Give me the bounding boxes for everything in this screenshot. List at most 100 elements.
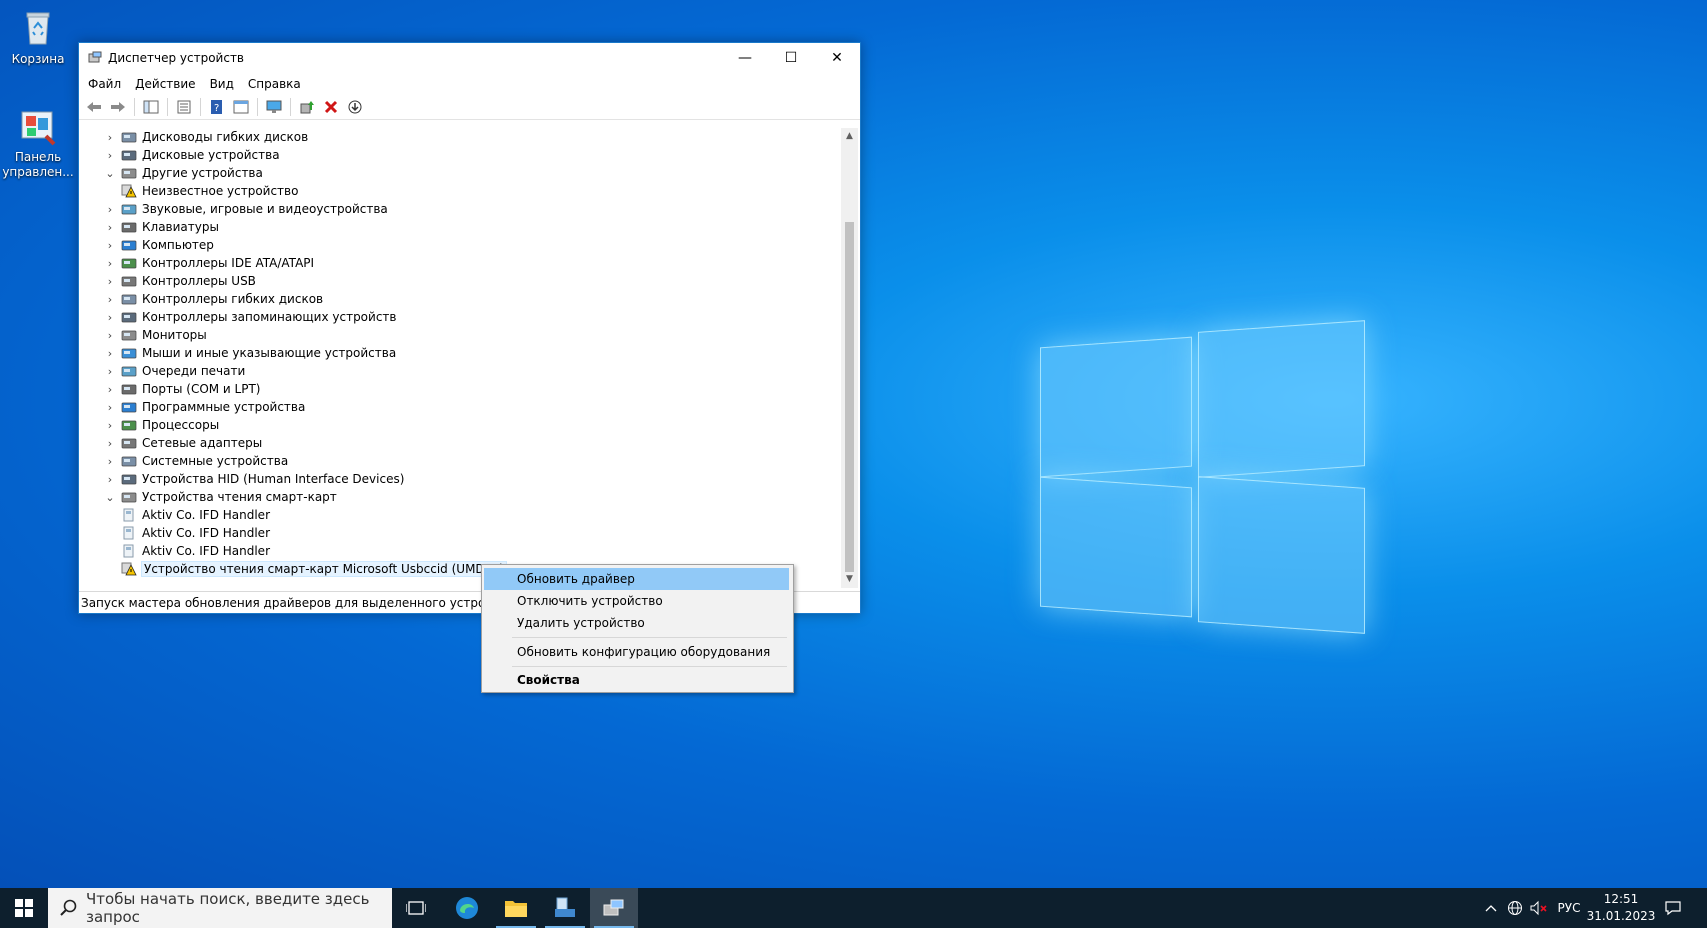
show-hide-console-tree-icon[interactable] [140,97,162,117]
desktop-icon-recycle-bin[interactable]: Корзина [0,8,76,67]
tree-category[interactable]: › Очереди печати [103,362,246,380]
tree-category[interactable]: › Дисководы гибких дисков [103,128,308,146]
smart-card-reader-icon [121,526,137,540]
device-category-icon [121,202,137,216]
device-category-icon [121,148,137,162]
device-tree[interactable]: › Дисководы гибких дисков › Дисковые устрой… [81,128,839,588]
taskbar-device-manager[interactable] [590,888,638,928]
minimize-button[interactable]: — [722,43,768,73]
collapsed-chevron-icon[interactable]: › [103,473,117,486]
tree-category[interactable]: › Контроллеры гибких дисков [103,290,323,308]
tree-category[interactable]: › Компьютер [103,236,214,254]
expanded-chevron-icon[interactable]: ⌄ [103,491,117,504]
search-box[interactable]: Чтобы начать поиск, введите здесь запрос [48,888,392,928]
context-uninstall-device[interactable]: Удалить устройство [484,612,789,634]
context-properties[interactable]: Свойства [484,669,789,691]
tree-device[interactable]: Aktiv Co. IFD Handler [121,524,270,542]
collapsed-chevron-icon[interactable]: › [103,347,117,360]
taskbar-edge[interactable] [443,888,491,928]
back-arrow-icon[interactable] [83,97,105,117]
tree-category[interactable]: › Контроллеры IDE ATA/ATAPI [103,254,314,272]
collapsed-chevron-icon[interactable]: › [103,383,117,396]
taskbar-server-manager[interactable] [541,888,589,928]
tree-category[interactable]: › Звуковые, игровые и видеоустройства [103,200,388,218]
collapsed-chevron-icon[interactable]: › [103,203,117,216]
enable-device-icon[interactable] [344,97,366,117]
recycle-bin-icon [18,8,58,48]
title-bar[interactable]: Диспетчер устройств — ☐ ✕ [79,43,860,73]
scroll-down-arrow-icon[interactable]: ▼ [841,571,858,588]
menu-action[interactable]: Действие [128,77,202,91]
context-disable-device[interactable]: Отключить устройство [484,590,789,612]
collapsed-chevron-icon[interactable]: › [103,311,117,324]
scrollbar-thumb[interactable] [845,222,854,572]
clock-time: 12:51 [1603,892,1639,906]
tree-category[interactable]: ⌄ Устройства чтения смарт-карт [103,488,336,506]
tree-label: Контроллеры IDE ATA/ATAPI [142,256,315,270]
tree-category[interactable]: › Устройства HID (Human Interface Devices… [103,470,405,488]
menu-view[interactable]: Вид [203,77,241,91]
collapsed-chevron-icon[interactable]: › [103,221,117,234]
search-icon [60,899,78,917]
desktop-icon-control-panel[interactable]: Панель управлен... [0,106,76,180]
maximize-button[interactable]: ☐ [768,43,814,73]
show-hidden-icons-chevron-up-icon[interactable] [1480,888,1502,928]
system-clock[interactable]: 12:51 31.01.2023 [1586,891,1656,925]
tree-category[interactable]: › Контроллеры USB [103,272,256,290]
collapsed-chevron-icon[interactable]: › [103,419,117,432]
tree-category[interactable]: › Порты (COM и LPT) [103,380,261,398]
collapsed-chevron-icon[interactable]: › [103,437,117,450]
expanded-chevron-icon[interactable]: ⌄ [103,167,117,180]
network-globe-icon[interactable] [1504,888,1526,928]
tree-device[interactable]: Aktiv Co. IFD Handler [121,542,270,560]
device-manager-window[interactable]: Диспетчер устройств — ☐ ✕ Файл Действие … [78,42,861,614]
scroll-up-arrow-icon[interactable]: ▲ [841,128,858,145]
tree-device[interactable]: Неизвестное устройство [121,182,298,200]
collapsed-chevron-icon[interactable]: › [103,131,117,144]
forward-arrow-icon[interactable] [107,97,129,117]
tree-category[interactable]: ⌄ Другие устройства [103,164,262,182]
tree-device[interactable]: Aktiv Co. IFD Handler [121,506,270,524]
tree-category[interactable]: › Программные устройства [103,398,306,416]
collapsed-chevron-icon[interactable]: › [103,401,117,414]
tree-category[interactable]: › Системные устройства [103,452,288,470]
tree-category[interactable]: › Мыши и иные указывающие устройства [103,344,396,362]
menu-file[interactable]: Файл [81,77,128,91]
input-language-indicator[interactable]: РУС [1554,888,1584,928]
context-scan-hardware[interactable]: Обновить конфигурацию оборудования [484,641,789,663]
help-icon[interactable]: ? [206,97,228,117]
tree-category[interactable]: › Процессоры [103,416,219,434]
notifications-icon[interactable] [1660,888,1686,928]
collapsed-chevron-icon[interactable]: › [103,329,117,342]
tree-label: Сетевые адаптеры [142,436,263,450]
properties-icon[interactable] [173,97,195,117]
collapsed-chevron-icon[interactable]: › [103,239,117,252]
uninstall-device-icon[interactable] [320,97,342,117]
tree-label: Мониторы [142,328,207,342]
collapsed-chevron-icon[interactable]: › [103,275,117,288]
menu-help[interactable]: Справка [241,77,308,91]
close-button[interactable]: ✕ [814,43,860,73]
view-icon[interactable] [230,97,252,117]
context-update-driver[interactable]: Обновить драйвер [484,568,789,590]
update-driver-icon[interactable] [296,97,318,117]
taskbar-file-explorer[interactable] [492,888,540,928]
task-view-button[interactable] [392,888,440,928]
collapsed-chevron-icon[interactable]: › [103,293,117,306]
volume-muted-icon[interactable] [1528,888,1550,928]
tree-label: Aktiv Co. IFD Handler [142,508,270,522]
collapsed-chevron-icon[interactable]: › [103,455,117,468]
tree-category[interactable]: › Мониторы [103,326,207,344]
device-category-icon [121,400,137,414]
tree-category[interactable]: › Контроллеры запоминающих устройств [103,308,397,326]
tree-category[interactable]: › Клавиатуры [103,218,219,236]
collapsed-chevron-icon[interactable]: › [103,149,117,162]
vertical-scrollbar[interactable]: ▲ ▼ [841,128,858,588]
tree-category[interactable]: › Сетевые адаптеры [103,434,262,452]
collapsed-chevron-icon[interactable]: › [103,365,117,378]
tree-category[interactable]: › Дисковые устройства [103,146,280,164]
scan-hardware-icon[interactable] [263,97,285,117]
collapsed-chevron-icon[interactable]: › [103,257,117,270]
tree-device[interactable]: Устройство чтения смарт-карт Microsoft U… [121,560,507,578]
start-button[interactable] [0,888,48,928]
